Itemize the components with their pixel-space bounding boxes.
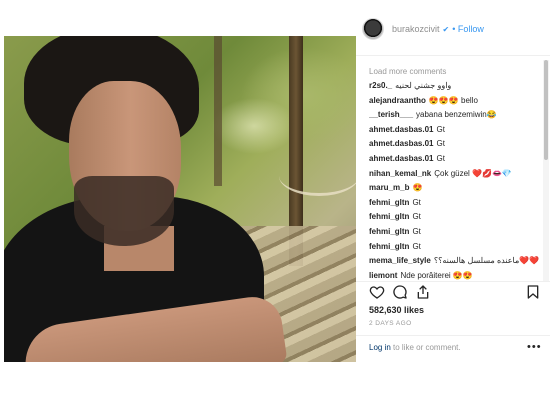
comment-username[interactable]: r2s0._ — [369, 81, 392, 90]
heart-icon[interactable] — [369, 284, 385, 300]
avatar[interactable] — [362, 18, 384, 40]
login-prompt: Log in to like or comment. — [369, 343, 461, 352]
comment-item: nihan_kemal_nk Çok güzel ❤️💋👄💎 — [369, 167, 539, 182]
comment-text: Gt — [412, 212, 421, 222]
comment-text: واوو جشني لحنيه — [395, 81, 452, 90]
post-owner-username[interactable]: burakozcivit — [392, 24, 440, 34]
comment-item: fehmi_gltn Gt — [369, 240, 539, 255]
login-divider — [356, 335, 550, 336]
comment-username[interactable]: ahmet.dasbas.01 — [369, 139, 433, 148]
comment-username[interactable]: liemont — [369, 271, 397, 280]
comment-item: maru_m_b 😍 — [369, 181, 539, 196]
comment-text: Gt — [412, 241, 421, 251]
post-photo[interactable] — [4, 36, 356, 362]
comment-text: Gt — [436, 139, 445, 149]
verified-badge-icon: ✔ — [442, 24, 450, 34]
comment-username[interactable]: fehmi_gltn — [369, 198, 409, 207]
comment-username[interactable]: __terish___ — [369, 110, 413, 119]
login-suffix-text: to like or comment. — [390, 343, 461, 352]
bookmark-icon[interactable] — [525, 284, 541, 300]
comment-item: liemont Nde porâiterei 😍😍 — [369, 269, 539, 280]
comment-text: Gt — [412, 226, 421, 236]
header-divider — [356, 55, 550, 56]
post-timestamp[interactable]: 2 DAYS AGO — [369, 320, 412, 327]
actions-divider — [356, 281, 550, 282]
load-more-comments-button[interactable]: Load more comments — [369, 64, 539, 79]
more-options-icon[interactable]: ••• — [527, 341, 542, 353]
comment-username[interactable]: fehmi_gltn — [369, 242, 409, 251]
login-link[interactable]: Log in — [369, 343, 391, 352]
comment-item: fehmi_gltn Gt — [369, 210, 539, 225]
photo-beard — [74, 176, 174, 246]
photo-tree-background — [214, 36, 222, 186]
comment-text: Gt — [436, 124, 445, 134]
comment-text: Gt — [436, 153, 445, 163]
follow-button[interactable]: • Follow — [452, 24, 484, 34]
share-icon[interactable] — [415, 284, 431, 300]
comment-username[interactable]: ahmet.dasbas.01 — [369, 125, 433, 134]
comment-username[interactable]: fehmi_gltn — [369, 227, 409, 236]
comment-item: ahmet.dasbas.01 Gt — [369, 123, 539, 138]
comment-text: ماعنده مسلسل هالسنه؟؟❤️❤️ — [433, 256, 539, 266]
post-actions — [369, 284, 541, 302]
comment-item: alejandraantho 😍😍😍 bello — [369, 94, 539, 109]
comment-username[interactable]: alejandraantho — [369, 96, 426, 105]
comment-username[interactable]: maru_m_b — [369, 183, 409, 192]
comment-item: fehmi_gltn Gt — [369, 196, 539, 211]
comment-item: mema_life_style ماعنده مسلسل هالسنه؟؟❤️❤️ — [369, 254, 539, 269]
comment-item: ahmet.dasbas.01 Gt — [369, 137, 539, 152]
post-header: burakozcivit ✔ • Follow — [362, 18, 484, 46]
comment-text: Nde porâiterei 😍😍 — [400, 270, 473, 280]
comment-item: ahmet.dasbas.01 Gt — [369, 152, 539, 167]
photo-hammock — [279, 156, 356, 196]
likes-count[interactable]: 582,630 likes — [369, 305, 424, 315]
comment-username[interactable]: nihan_kemal_nk — [369, 169, 431, 178]
comment-item: fehmi_gltn Gt — [369, 225, 539, 240]
comment-username[interactable]: fehmi_gltn — [369, 212, 409, 221]
comment-text: 😍😍😍 bello — [428, 95, 478, 105]
comment-text: 😍 — [412, 183, 423, 193]
comment-text: yabana benzemiwin😂 — [416, 110, 497, 120]
comment-text: Çok güzel ❤️💋👄💎 — [434, 168, 512, 178]
comment-icon[interactable] — [392, 284, 408, 300]
comment-text: Gt — [412, 197, 421, 207]
comments-list: Load more comments r2s0._ واوو جشني لحنيه… — [369, 64, 539, 280]
comment-item: __terish___ yabana benzemiwin😂 — [369, 108, 539, 123]
comment-username[interactable]: ahmet.dasbas.01 — [369, 154, 433, 163]
comment-username[interactable]: mema_life_style — [369, 256, 431, 265]
comments-scrollbar[interactable] — [543, 60, 549, 282]
scrollbar-thumb[interactable] — [544, 60, 548, 160]
comment-item: r2s0._ واوو جشني لحنيه — [369, 79, 539, 94]
